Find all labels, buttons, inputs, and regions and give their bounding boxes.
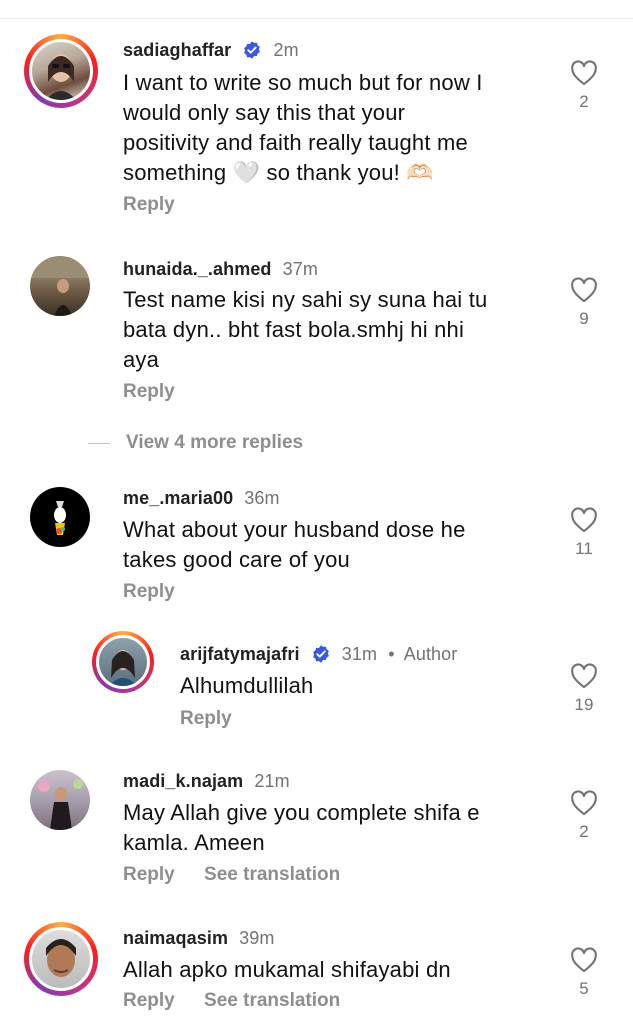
avatar-image-icon xyxy=(30,256,90,316)
see-translation-button[interactable]: See translation xyxy=(204,990,340,1011)
comment-time: 21m xyxy=(254,771,290,791)
comment-text: May Allah give you complete shifa e kaml… xyxy=(123,798,543,858)
comment-time: 31m xyxy=(341,644,378,664)
comment-line: May Allah give you complete shifa e xyxy=(123,800,480,825)
like-button[interactable]: 2 xyxy=(569,790,599,842)
avatar-image-icon xyxy=(46,939,76,977)
avatar[interactable] xyxy=(24,922,98,996)
username[interactable]: naimaqasim xyxy=(123,928,228,948)
avatar-image-icon xyxy=(46,54,76,100)
verified-badge-icon xyxy=(244,41,261,59)
comment-line: positivity and faith really taught me xyxy=(123,130,468,155)
heart-outline-icon xyxy=(571,947,597,973)
avatar[interactable] xyxy=(24,34,98,108)
reply-button[interactable]: Reply xyxy=(123,990,175,1011)
comment-time: 37m xyxy=(282,259,318,279)
avatar[interactable] xyxy=(30,487,90,547)
like-button[interactable]: 19 xyxy=(569,663,599,715)
username[interactable]: sadiaghaffar xyxy=(123,40,231,60)
comment-line: kamla. Ameen xyxy=(123,830,265,855)
author-label: Author xyxy=(403,644,458,664)
comment-line: I want to write so much but for now I xyxy=(123,70,483,95)
comment-line: something 🤍 so thank you! 🫶🏻 xyxy=(123,160,434,185)
comment-time: 39m xyxy=(239,928,275,948)
top-divider xyxy=(0,18,633,19)
view-more-label: View 4 more replies xyxy=(126,432,304,453)
username[interactable]: me_.maria00 xyxy=(123,488,233,508)
like-button[interactable]: 9 xyxy=(569,277,599,329)
comment-text: Allah apko mukamal shifayabi dn xyxy=(123,955,543,985)
separator-dot: • xyxy=(388,644,395,664)
comment-line: takes good care of you xyxy=(123,547,350,572)
username[interactable]: hunaida._.ahmed xyxy=(123,259,272,279)
avatar[interactable] xyxy=(92,631,154,693)
username[interactable]: madi_k.najam xyxy=(123,771,243,791)
avatar-image-icon xyxy=(109,650,137,686)
like-count: 11 xyxy=(575,539,593,558)
like-button[interactable]: 11 xyxy=(569,507,599,559)
like-count: 5 xyxy=(579,979,589,998)
comment-line: Allah apko mukamal shifayabi dn xyxy=(123,957,451,982)
avatar[interactable] xyxy=(30,256,90,316)
reply-button[interactable]: Reply xyxy=(123,381,175,402)
comment-line: Alhumdullilah xyxy=(180,673,314,698)
reply-button[interactable]: Reply xyxy=(123,581,175,602)
like-count: 19 xyxy=(574,695,594,714)
comment-time: 2m xyxy=(273,40,299,60)
like-button[interactable]: 2 xyxy=(569,60,599,112)
heart-outline-icon xyxy=(571,277,597,303)
thread-line xyxy=(88,442,110,444)
heart-outline-icon xyxy=(571,663,597,689)
comment-line: would only say this that your xyxy=(123,100,406,125)
heart-outline-icon xyxy=(571,790,597,816)
comment-text: What about your husband dose he takes go… xyxy=(123,515,543,575)
comment-line: What about your husband dose he xyxy=(123,517,466,542)
comment-line: bata dyn.. bht fast bola.smhj hi nhi xyxy=(123,317,465,342)
like-count: 9 xyxy=(579,309,589,328)
reply-button[interactable]: Reply xyxy=(123,864,175,885)
reply-button[interactable]: Reply xyxy=(123,194,175,215)
reply-button[interactable]: Reply xyxy=(180,708,232,729)
heart-outline-icon xyxy=(571,60,597,86)
comment-text: Alhumdullilah xyxy=(180,671,540,701)
comment-time: 36m xyxy=(244,488,280,508)
like-count: 2 xyxy=(579,822,589,841)
verified-badge-icon xyxy=(312,645,329,663)
view-more-replies-button[interactable]: View 4 more replies xyxy=(88,432,303,454)
like-count: 2 xyxy=(579,92,589,111)
avatar-image-icon xyxy=(38,779,83,830)
see-translation-button[interactable]: See translation xyxy=(204,864,340,885)
username[interactable]: arijfatymajafri xyxy=(180,644,300,664)
comment-text: I want to write so much but for now I wo… xyxy=(123,68,543,188)
avatar[interactable] xyxy=(30,770,90,830)
like-button[interactable]: 5 xyxy=(569,947,599,999)
comment-line: Test name kisi ny sahi sy suna hai tu xyxy=(123,287,488,312)
comment-line: aya xyxy=(123,347,160,372)
heart-outline-icon xyxy=(571,507,597,533)
comment-text: Test name kisi ny sahi sy suna hai tu ba… xyxy=(123,285,543,375)
avatar-image-icon xyxy=(54,501,66,535)
